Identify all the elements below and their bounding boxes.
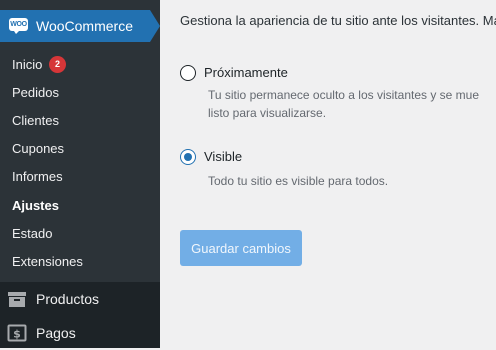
radio-visible[interactable] <box>180 149 196 165</box>
save-changes-button[interactable]: Guardar cambios <box>180 230 302 266</box>
site-visibility-intro: Gestiona la apariencia de tu sitio ante … <box>180 13 496 28</box>
menu-item-pagos-label: Pagos <box>36 325 76 341</box>
woocommerce-menu[interactable]: WOO WooCommerce <box>0 10 150 42</box>
svg-text:$: $ <box>13 328 21 341</box>
submenu-item-informes[interactable]: Informes <box>12 168 63 186</box>
submenu-item-cupones[interactable]: Cupones <box>12 140 64 158</box>
admin-sidebar: WOO WooCommerce Inicio 2 Pedidos Cliente… <box>0 0 160 348</box>
menu-item-productos[interactable]: Productos <box>0 282 160 316</box>
submenu-item-ajustes[interactable]: Ajustes <box>12 197 59 215</box>
option-coming-soon-description-line-2: listo para visualizarse. <box>208 106 327 120</box>
dollar-icon: $ <box>7 324 27 342</box>
woocommerce-menu-label: WooCommerce <box>36 18 133 34</box>
submenu-item-extensiones[interactable]: Extensiones <box>12 253 83 271</box>
woocommerce-logo-icon: WOO <box>9 18 28 34</box>
archive-icon <box>7 290 27 308</box>
current-menu-arrow <box>150 10 160 42</box>
submenu-item-estado[interactable]: Estado <box>12 225 52 243</box>
notification-badge: 2 <box>49 56 66 73</box>
submenu-item-clientes[interactable]: Clientes <box>12 112 59 130</box>
menu-item-pagos[interactable]: $ Pagos <box>0 316 160 350</box>
submenu-item-inicio[interactable]: Inicio <box>12 56 42 74</box>
option-visible-label[interactable]: Visible <box>204 149 242 164</box>
option-coming-soon-label[interactable]: Próximamente <box>204 65 288 80</box>
radio-coming-soon[interactable] <box>180 65 196 81</box>
menu-item-productos-label: Productos <box>36 291 100 307</box>
option-visible-description: Todo tu sitio es visible para todos. <box>208 174 389 188</box>
option-coming-soon-description-line-1: Tu sitio permanece oculto a los visitant… <box>208 88 480 102</box>
submenu-item-pedidos[interactable]: Pedidos <box>12 84 59 102</box>
